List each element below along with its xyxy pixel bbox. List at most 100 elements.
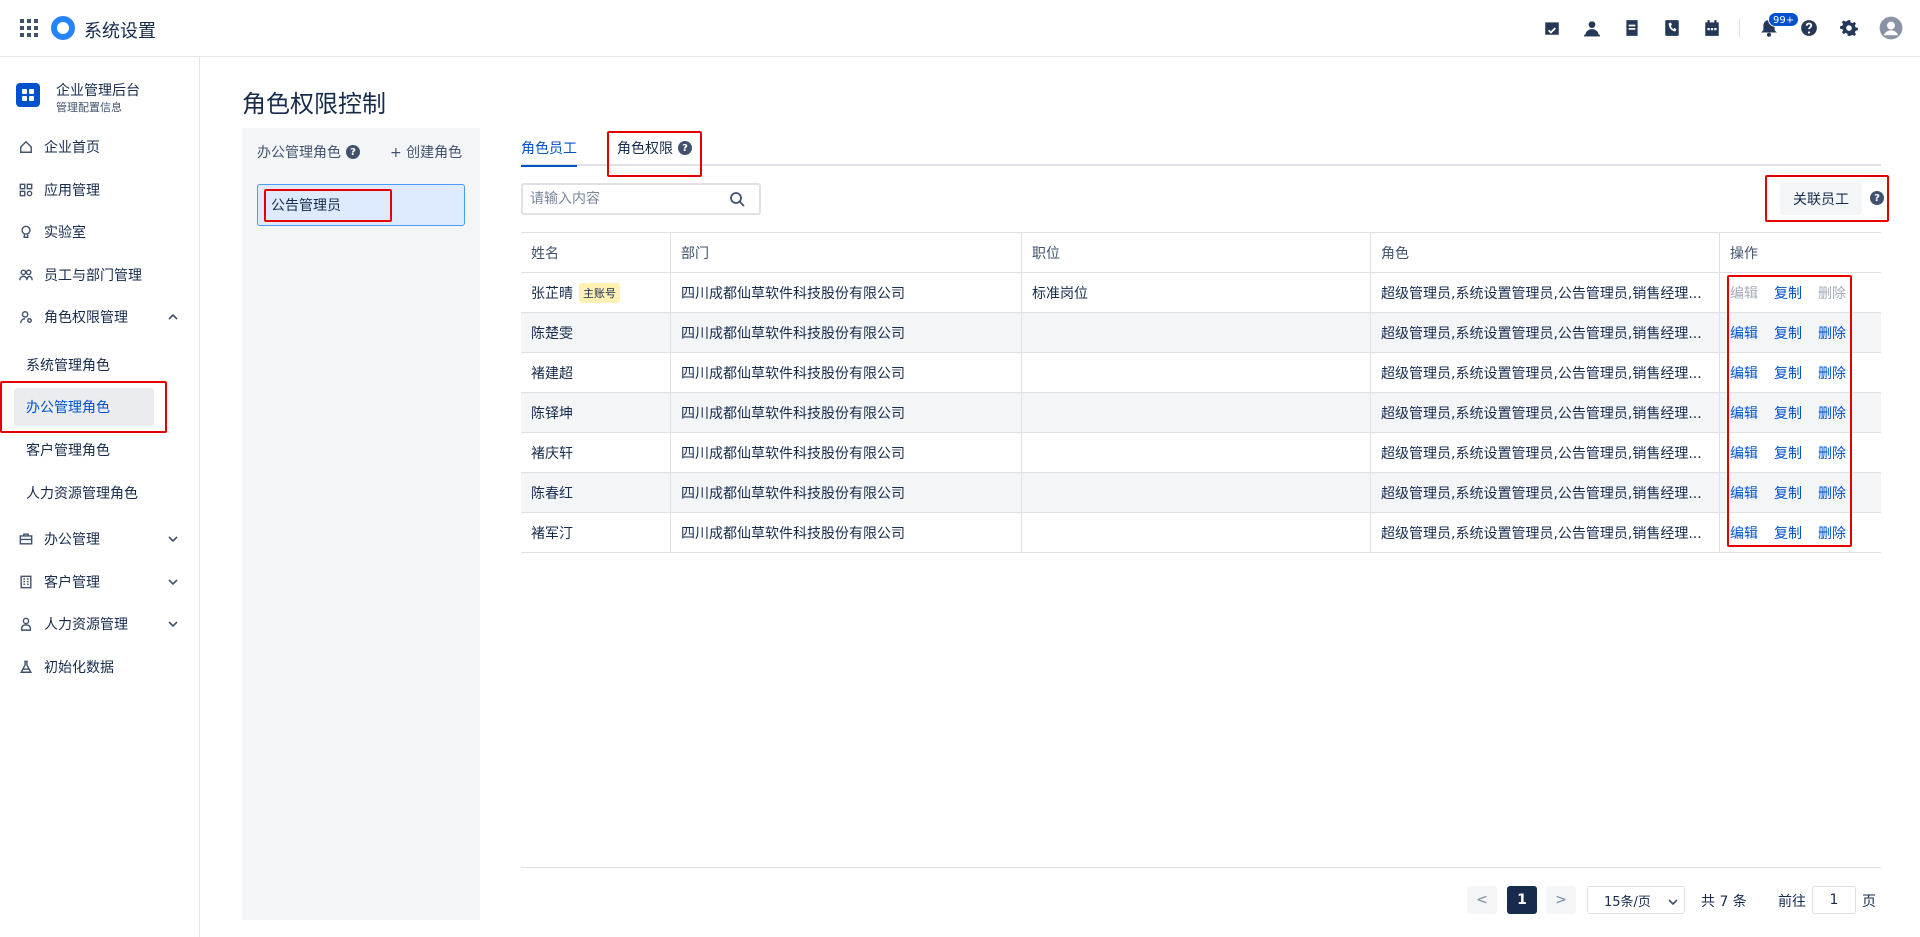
- help-icon[interactable]: ?: [1870, 191, 1884, 205]
- edit-button[interactable]: 编辑: [1730, 523, 1758, 543]
- sidebar-item-hr[interactable]: 人力资源管理: [0, 606, 199, 642]
- sidebar-item-init-data[interactable]: 初始化数据: [0, 649, 199, 685]
- tabs: 角色员工 角色权限 ?: [521, 130, 1881, 167]
- cell-roles: 超级管理员,系统设置管理员,公告管理员,销售经理...: [1371, 312, 1720, 353]
- cell-dept: 四川成都仙草软件科技股份有限公司: [671, 312, 1022, 353]
- chevron-down-icon[interactable]: [167, 533, 179, 545]
- help-icon[interactable]: [1798, 17, 1820, 39]
- delete-button[interactable]: 删除: [1818, 443, 1846, 463]
- column-header-name: 姓名: [521, 232, 671, 273]
- chevron-down-icon[interactable]: [167, 576, 179, 588]
- search-input[interactable]: [523, 191, 723, 207]
- table-row[interactable]: 陈春红 四川成都仙草软件科技股份有限公司 超级管理员,系统设置管理员,公告管理员…: [521, 472, 1881, 513]
- chevron-up-icon[interactable]: [167, 311, 179, 323]
- table-row[interactable]: 褚军汀 四川成都仙草软件科技股份有限公司 超级管理员,系统设置管理员,公告管理员…: [521, 512, 1881, 553]
- tab-role-permissions[interactable]: 角色权限 ?: [617, 138, 692, 158]
- check-calendar-icon[interactable]: [1541, 17, 1563, 39]
- sidebar-item-customer[interactable]: 客户管理: [0, 564, 199, 600]
- sidebar-subitem-office-roles[interactable]: 办公管理角色: [14, 388, 154, 426]
- tab-role-staff[interactable]: 角色员工: [521, 138, 577, 167]
- bell-icon[interactable]: 99+: [1758, 12, 1800, 39]
- link-staff-button[interactable]: 关联员工: [1780, 183, 1862, 215]
- prev-page-button[interactable]: <: [1467, 886, 1497, 914]
- tab-label: 角色权限: [617, 141, 673, 157]
- cell-roles: 超级管理员,系统设置管理员,公告管理员,销售经理...: [1371, 392, 1720, 433]
- page-size-select[interactable]: 15条/页: [1587, 886, 1685, 914]
- gear-icon[interactable]: [1838, 17, 1860, 39]
- delete-button[interactable]: 删除: [1818, 323, 1846, 343]
- app-logo: [51, 16, 75, 40]
- cell-dept: 四川成都仙草软件科技股份有限公司: [671, 272, 1022, 313]
- copy-button[interactable]: 复制: [1774, 443, 1802, 463]
- sidebar-subitem-hr-roles[interactable]: 人力资源管理角色: [14, 474, 154, 512]
- help-icon[interactable]: ?: [678, 141, 692, 155]
- create-role-button[interactable]: + 创建角色: [390, 142, 462, 162]
- copy-button[interactable]: 复制: [1774, 483, 1802, 503]
- cell-roles: 超级管理员,系统设置管理员,公告管理员,销售经理...: [1371, 512, 1720, 553]
- edit-button[interactable]: 编辑: [1730, 483, 1758, 503]
- cell-position: [1022, 432, 1371, 473]
- table-row[interactable]: 张芷晴 主账号 四川成都仙草软件科技股份有限公司 标准岗位 超级管理员,系统设置管…: [521, 272, 1881, 313]
- sidebar-item-apps[interactable]: 应用管理: [0, 172, 199, 208]
- user-icon[interactable]: [1581, 17, 1603, 39]
- current-page-button[interactable]: 1: [1507, 886, 1537, 914]
- sidebar-subitem-system-roles[interactable]: 系统管理角色: [14, 346, 154, 384]
- footer-divider: [521, 867, 1881, 868]
- sidebar-item-label: 客户管理: [44, 575, 100, 591]
- delete-button[interactable]: 删除: [1818, 523, 1846, 543]
- sidebar-item-label: 角色权限管理: [44, 310, 128, 326]
- help-icon[interactable]: ?: [346, 145, 360, 159]
- table-row[interactable]: 陈楚雯 四川成都仙草软件科技股份有限公司 超级管理员,系统设置管理员,公告管理员…: [521, 312, 1881, 353]
- cell-name: 陈春红: [521, 472, 671, 513]
- table-row[interactable]: 褚庆轩 四川成都仙草软件科技股份有限公司 超级管理员,系统设置管理员,公告管理员…: [521, 432, 1881, 473]
- avatar-icon[interactable]: [1878, 15, 1904, 41]
- sidebar-item-office[interactable]: 办公管理: [0, 521, 199, 557]
- copy-button[interactable]: 复制: [1774, 283, 1802, 303]
- cell-actions: 编辑 复制 删除: [1720, 273, 1881, 313]
- search-icon[interactable]: [729, 191, 745, 207]
- app-title: 系统设置: [84, 21, 156, 42]
- edit-button[interactable]: 编辑: [1730, 403, 1758, 423]
- edit-button[interactable]: 编辑: [1730, 443, 1758, 463]
- role-item-selected[interactable]: 公告管理员: [257, 184, 465, 226]
- building-icon: [18, 574, 34, 590]
- copy-button[interactable]: 复制: [1774, 403, 1802, 423]
- phone-icon[interactable]: [1661, 17, 1683, 39]
- roles-panel-title: 办公管理角色: [257, 145, 341, 161]
- edit-button[interactable]: 编辑: [1730, 323, 1758, 343]
- app-grid-icon[interactable]: [20, 19, 38, 37]
- edit-button: 编辑: [1730, 285, 1758, 302]
- page-size-value: 15条/页: [1604, 894, 1651, 910]
- bulb-icon: [18, 224, 34, 240]
- copy-button[interactable]: 复制: [1774, 363, 1802, 383]
- table-row[interactable]: 陈铎坤 四川成都仙草软件科技股份有限公司 超级管理员,系统设置管理员,公告管理员…: [521, 392, 1881, 433]
- cell-dept: 四川成都仙草软件科技股份有限公司: [671, 352, 1022, 393]
- goto-page-input[interactable]: [1812, 886, 1856, 914]
- sidebar: 企业管理后台 管理配置信息 企业首页 应用管理 实验室 员工与部门管理 角色权限…: [0, 57, 200, 937]
- chevron-down-icon[interactable]: [167, 618, 179, 630]
- sidebar-item-staff[interactable]: 员工与部门管理: [0, 257, 199, 293]
- sidebar-item-lab[interactable]: 实验室: [0, 214, 199, 250]
- flask-icon: [18, 659, 34, 675]
- delete-button[interactable]: 删除: [1818, 363, 1846, 383]
- next-page-button[interactable]: >: [1546, 886, 1576, 914]
- column-header-dept: 部门: [671, 232, 1022, 273]
- sidebar-item-home[interactable]: 企业首页: [0, 129, 199, 165]
- table-row[interactable]: 褚建超 四川成都仙草软件科技股份有限公司 超级管理员,系统设置管理员,公告管理员…: [521, 352, 1881, 393]
- sidebar-item-label: 实验室: [44, 225, 86, 241]
- sidebar-subitem-customer-roles[interactable]: 客户管理角色: [14, 431, 154, 469]
- sidebar-item-label: 初始化数据: [44, 660, 114, 676]
- delete-button[interactable]: 删除: [1818, 403, 1846, 423]
- edit-button[interactable]: 编辑: [1730, 363, 1758, 383]
- top-icon-group: 99+: [1523, 12, 1920, 42]
- cell-roles: 超级管理员,系统设置管理员,公告管理员,销售经理...: [1371, 472, 1720, 513]
- delete-button[interactable]: 删除: [1818, 483, 1846, 503]
- cell-actions: 编辑 复制 删除: [1720, 393, 1881, 433]
- sidebar-item-roles[interactable]: 角色权限管理: [0, 299, 199, 335]
- copy-button[interactable]: 复制: [1774, 323, 1802, 343]
- cell-position: [1022, 472, 1371, 513]
- document-icon[interactable]: [1621, 17, 1643, 39]
- notification-badge: 99+: [1768, 12, 1800, 27]
- copy-button[interactable]: 复制: [1774, 523, 1802, 543]
- calendar-icon[interactable]: [1701, 17, 1723, 39]
